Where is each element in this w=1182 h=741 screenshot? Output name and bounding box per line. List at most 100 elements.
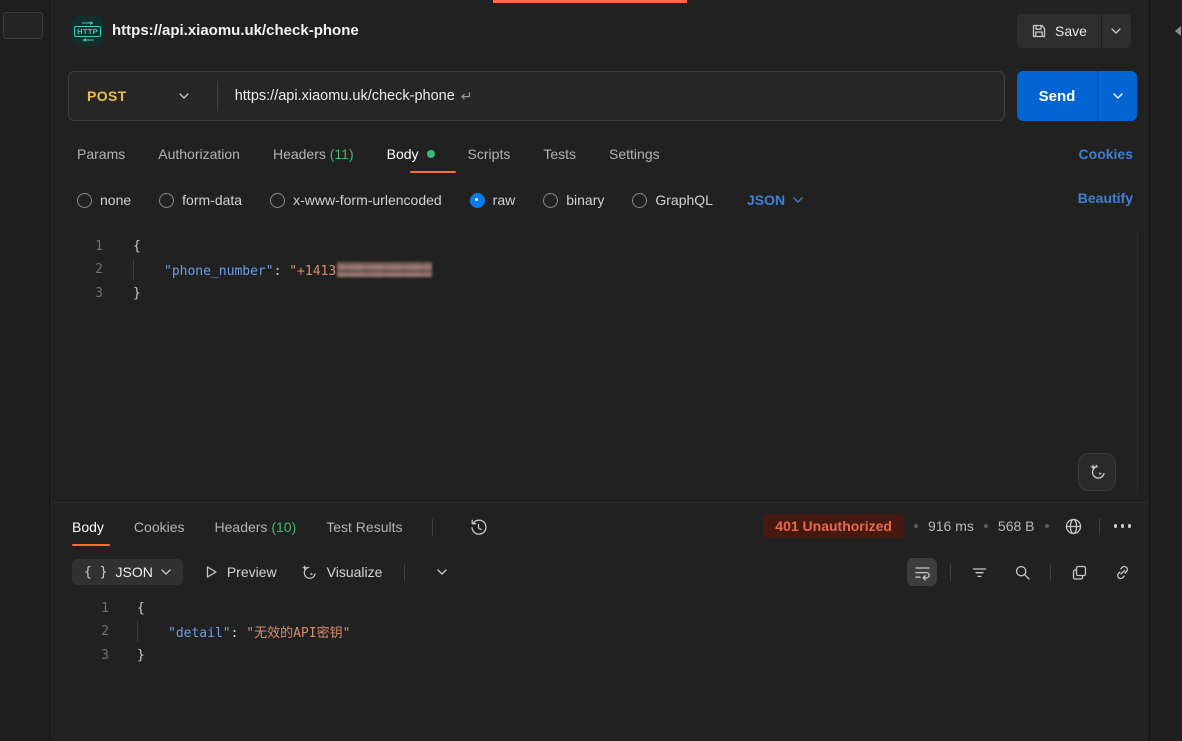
- method-selector-value[interactable]: POST: [69, 88, 127, 104]
- chevron-down-icon: [793, 197, 803, 203]
- radio-circle: [159, 193, 174, 208]
- response-tab-headers[interactable]: Headers (10): [215, 519, 297, 535]
- network-info-button[interactable]: [1059, 512, 1089, 540]
- method-selector-dropdown[interactable]: [179, 93, 189, 99]
- tab-tests-label: Tests: [543, 146, 576, 162]
- tab-body[interactable]: Body: [387, 146, 435, 162]
- http-method-icon: HTTP: [72, 16, 103, 46]
- chevron-down-icon: [179, 93, 189, 99]
- cookies-link[interactable]: Cookies: [1079, 146, 1133, 162]
- sidebar-collapsed-item[interactable]: [3, 12, 43, 39]
- code-content: }: [109, 645, 145, 668]
- radio-graphql[interactable]: GraphQL: [632, 192, 713, 208]
- save-button[interactable]: Save: [1017, 14, 1101, 48]
- copy-icon: [1071, 564, 1088, 581]
- line-number: 3: [51, 283, 103, 306]
- line-number: 3: [51, 645, 109, 668]
- tab-tests[interactable]: Tests: [543, 146, 576, 162]
- send-options-button[interactable]: [1097, 71, 1137, 121]
- code-line: 3 }: [51, 645, 1131, 668]
- tab-body-label: Body: [387, 146, 419, 162]
- more-options-button[interactable]: [1110, 520, 1136, 532]
- beautify-link[interactable]: Beautify: [1078, 190, 1133, 206]
- tab-settings[interactable]: Settings: [609, 146, 660, 162]
- raw-format-value: JSON: [747, 192, 785, 208]
- line-number: 1: [51, 236, 103, 259]
- filter-button[interactable]: [964, 558, 994, 586]
- send-button[interactable]: Send: [1017, 71, 1097, 121]
- postbot-ai-button[interactable]: [1078, 453, 1116, 491]
- code-line: 3 }: [51, 283, 1131, 306]
- response-section-divider: [51, 502, 1149, 503]
- collapse-panel-arrow-icon[interactable]: [1175, 26, 1181, 36]
- visualize-button[interactable]: Visualize: [299, 563, 383, 582]
- separator-dot: [984, 524, 988, 528]
- request-url-bar: POST https://api.xiaomu.uk/check-phone ↵: [68, 71, 1005, 121]
- play-icon: [205, 565, 218, 579]
- code-content: {: [103, 236, 141, 259]
- preview-label: Preview: [227, 564, 277, 580]
- toolbar-divider: [432, 519, 433, 536]
- request-body-editor[interactable]: 1 { 2 "phone_number": "+1413 3 }: [51, 236, 1131, 306]
- tab-headers[interactable]: Headers (11): [273, 146, 354, 162]
- response-format-dropdown[interactable]: { } JSON: [72, 559, 183, 585]
- arrow-right-icon: [82, 21, 94, 25]
- tab-scripts[interactable]: Scripts: [468, 146, 511, 162]
- arrow-left-icon: [82, 38, 94, 42]
- tab-scripts-label: Scripts: [468, 146, 511, 162]
- link-icon: [1114, 564, 1131, 581]
- chevron-down-icon: [161, 569, 171, 575]
- search-response-button[interactable]: [1007, 558, 1037, 586]
- response-tab-body-label: Body: [72, 519, 104, 535]
- code-line: 2 "detail": "无效的API密钥": [51, 621, 1131, 646]
- response-size[interactable]: 568 B: [998, 518, 1035, 534]
- tab-params-label: Params: [77, 146, 125, 162]
- json-value-visible: "+1413: [289, 264, 336, 279]
- radio-none[interactable]: none: [77, 192, 131, 208]
- preview-button[interactable]: Preview: [205, 564, 277, 580]
- radio-urlencoded-label: x-www-form-urlencoded: [293, 192, 442, 208]
- filter-icon: [971, 564, 988, 581]
- line-number: 1: [51, 598, 109, 621]
- body-type-selector: none form-data x-www-form-urlencoded raw…: [77, 187, 803, 213]
- radio-circle-selected: [470, 193, 485, 208]
- response-time[interactable]: 916 ms: [928, 518, 974, 534]
- globe-icon: [1064, 517, 1083, 536]
- response-history-button[interactable]: [463, 513, 493, 541]
- radio-binary-label: binary: [566, 192, 604, 208]
- url-bar-divider: [217, 81, 218, 111]
- response-tab-body[interactable]: Body: [72, 519, 104, 535]
- json-key: "detail": [168, 626, 231, 641]
- copy-response-button[interactable]: [1064, 558, 1094, 586]
- tab-authorization[interactable]: Authorization: [158, 146, 240, 162]
- share-link-button[interactable]: [1107, 558, 1137, 586]
- status-badge[interactable]: 401 Unauthorized: [763, 514, 904, 538]
- code-content: }: [103, 283, 141, 306]
- code-line: 1 {: [51, 598, 1131, 621]
- save-options-button[interactable]: [1101, 14, 1131, 48]
- send-button-label: Send: [1039, 88, 1076, 105]
- response-headers-count-badge: (10): [271, 519, 296, 535]
- url-input[interactable]: https://api.xiaomu.uk/check-phone: [235, 88, 455, 104]
- body-modified-dot: [427, 150, 435, 158]
- wrap-text-button[interactable]: [907, 558, 937, 586]
- more-views-dropdown[interactable]: [427, 558, 457, 586]
- radio-form-data[interactable]: form-data: [159, 192, 242, 208]
- active-request-tab-indicator: [493, 0, 687, 3]
- tab-params[interactable]: Params: [77, 146, 125, 162]
- toolbar-divider: [950, 564, 951, 581]
- radio-binary[interactable]: binary: [543, 192, 604, 208]
- radio-circle: [543, 193, 558, 208]
- code-content: "detail": "无效的API密钥": [109, 621, 350, 646]
- brace-open: {: [137, 601, 145, 616]
- response-tab-cookies[interactable]: Cookies: [134, 519, 185, 535]
- raw-format-dropdown[interactable]: JSON: [747, 192, 803, 208]
- radio-form-data-label: form-data: [182, 192, 242, 208]
- separator-dot: [1045, 524, 1049, 528]
- response-body-viewer[interactable]: 1 { 2 "detail": "无效的API密钥" 3 }: [51, 598, 1131, 668]
- history-clock-icon: [469, 518, 488, 537]
- radio-x-www-form-urlencoded[interactable]: x-www-form-urlencoded: [270, 192, 442, 208]
- response-tab-test-results[interactable]: Test Results: [326, 519, 402, 535]
- radio-raw[interactable]: raw: [470, 192, 516, 208]
- radio-circle: [77, 193, 92, 208]
